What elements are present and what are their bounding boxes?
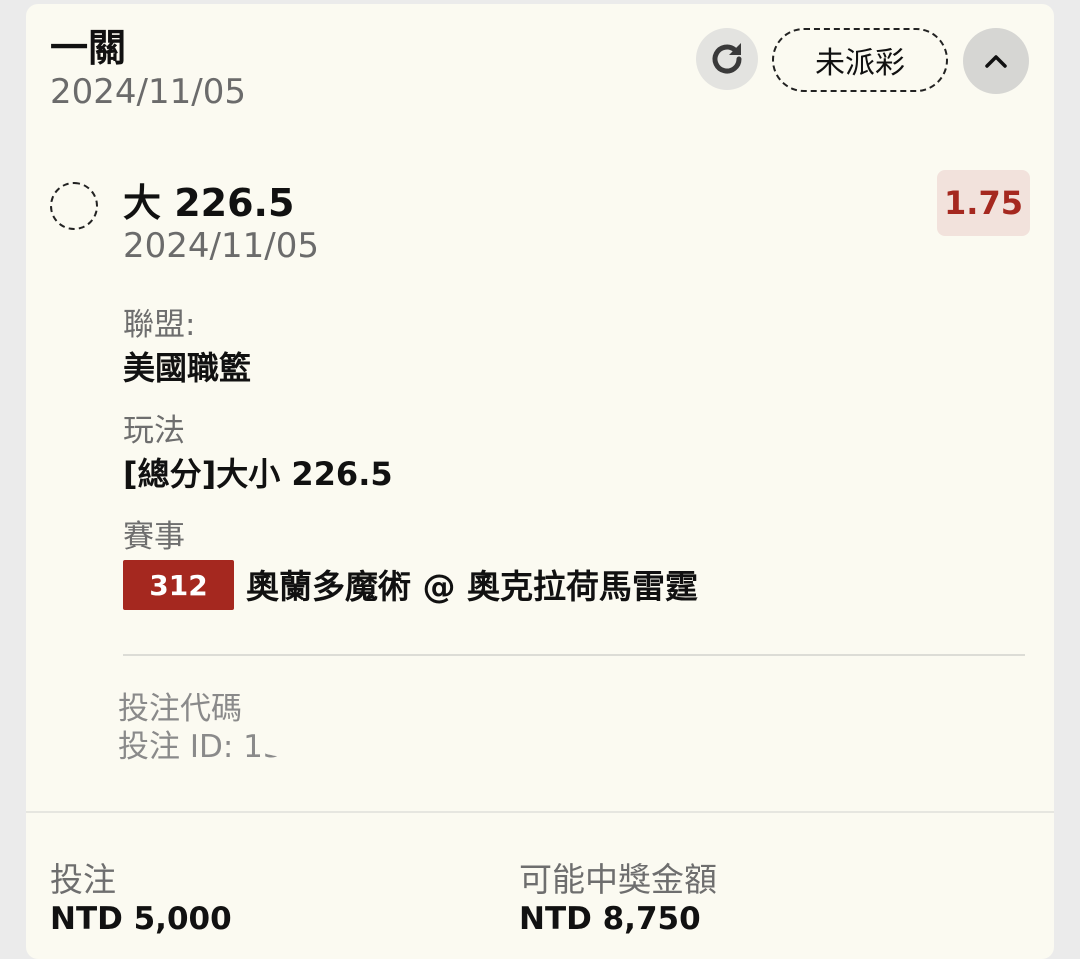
odds-badge: 1.75 — [937, 170, 1030, 236]
chevron-up-icon — [985, 55, 1007, 68]
payout-label: 可能中獎金額 — [519, 860, 717, 899]
bet-card: 一關 2024/11/05 未派彩 大 226.5 2024/11/05 1.7… — [26, 4, 1054, 959]
market-value: [總分]大小 226.5 — [123, 455, 393, 493]
league-value: 美國職籃 — [123, 349, 252, 387]
market-label: 玩法 — [123, 413, 185, 449]
dashed-circle-icon — [50, 182, 98, 230]
redaction-mask — [298, 744, 494, 800]
refresh-icon — [712, 43, 742, 74]
stake-value: NTD 5,000 — [50, 901, 232, 937]
footer-divider — [26, 811, 1054, 813]
payout-value: NTD 8,750 — [519, 901, 701, 937]
event-name: 奧蘭多魔術 @ 奧克拉荷馬雷霆 — [246, 567, 698, 606]
event-id-badge: 312 — [123, 560, 234, 610]
bet-code-label: 投注代碼 — [118, 691, 242, 727]
event-label: 賽事 — [123, 519, 185, 555]
divider — [123, 654, 1025, 656]
bet-type-title: 一關 — [50, 26, 127, 70]
settlement-status-badge: 未派彩 — [772, 28, 948, 92]
selection-date: 2024/11/05 — [123, 226, 319, 266]
refresh-button[interactable] — [696, 28, 758, 90]
bet-date: 2024/11/05 — [50, 72, 246, 112]
collapse-button[interactable] — [963, 28, 1029, 94]
selection-title: 大 226.5 — [123, 181, 295, 225]
league-label: 聯盟: — [123, 307, 196, 343]
bet-id-label: 投注 ID: 13 — [118, 729, 283, 765]
stake-label: 投注 — [50, 860, 116, 899]
